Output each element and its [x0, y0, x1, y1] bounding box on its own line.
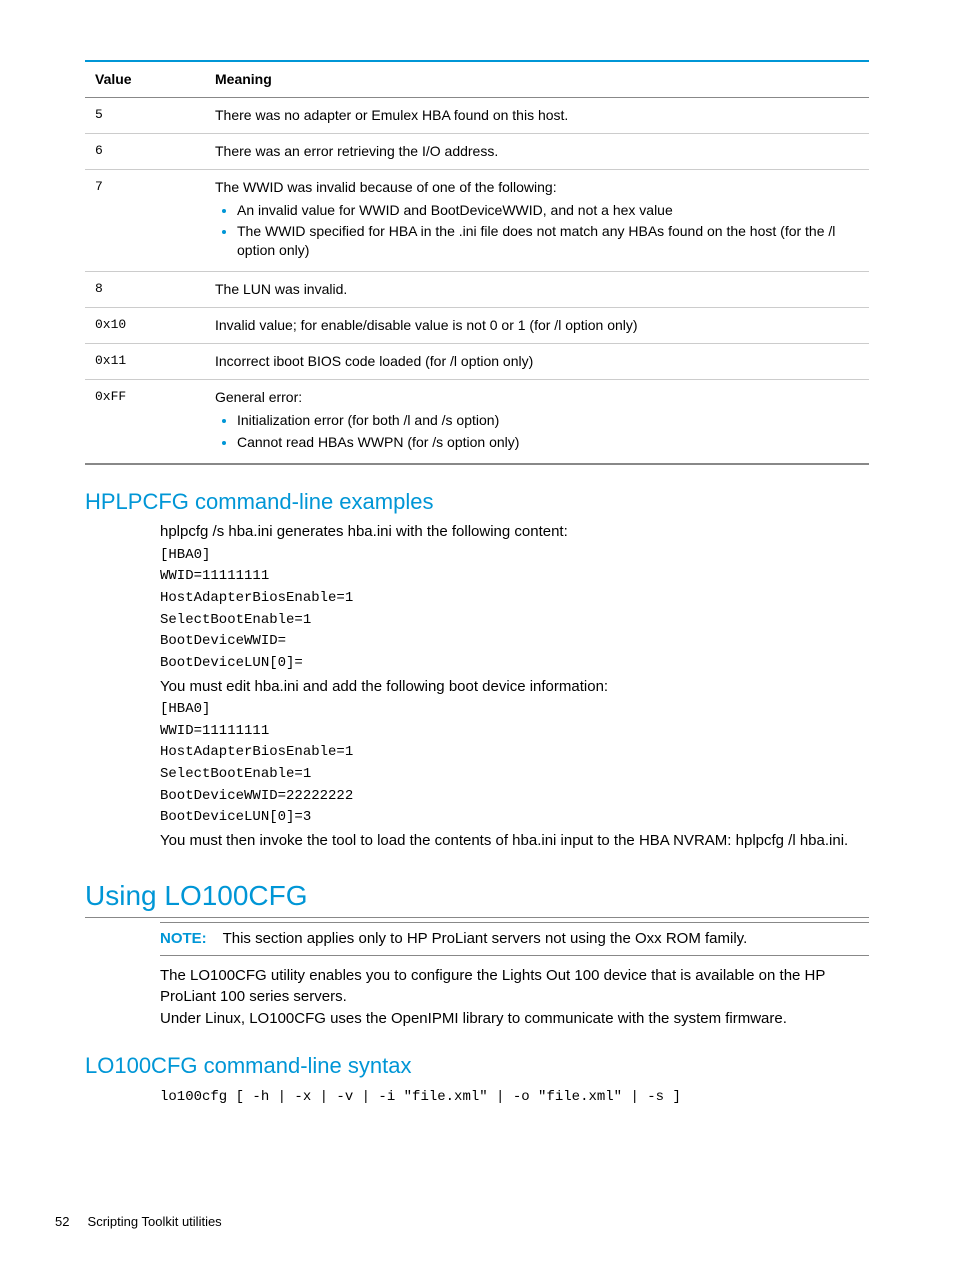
section-lo100cfg-syntax: LO100CFG command-line syntax [85, 1051, 869, 1081]
code-line: BootDeviceWWID=22222222 [160, 786, 869, 808]
cell-value: 6 [85, 133, 205, 169]
cell-value: 8 [85, 272, 205, 308]
code-line: BootDeviceWWID= [160, 631, 869, 653]
table-row: 0x10Invalid value; for enable/disable va… [85, 308, 869, 344]
code-line: HostAdapterBiosEnable=1 [160, 588, 869, 610]
cell-value: 7 [85, 169, 205, 272]
table-row: 7The WWID was invalid because of one of … [85, 169, 869, 272]
code-line: [HBA0] [160, 699, 869, 721]
th-meaning: Meaning [205, 61, 869, 97]
bullet-item: Initialization error (for both /l and /s… [237, 411, 859, 430]
table-row: 6There was an error retrieving the I/O a… [85, 133, 869, 169]
sec1-mid: You must edit hba.ini and add the follow… [160, 677, 869, 697]
code-line: BootDeviceLUN[0]= [160, 653, 869, 675]
table-row: 0xFFGeneral error:Initialization error (… [85, 379, 869, 463]
note-box: NOTE: This section applies only to HP Pr… [160, 922, 869, 956]
sec2-p2: Under Linux, LO100CFG uses the OpenIPMI … [160, 1009, 869, 1029]
cell-meaning: Incorrect iboot BIOS code loaded (for /l… [205, 344, 869, 380]
bullet-item: The WWID specified for HBA in the .ini f… [237, 222, 859, 260]
cell-value: 0x10 [85, 308, 205, 344]
cell-meaning: There was no adapter or Emulex HBA found… [205, 97, 869, 133]
cell-meaning: General error:Initialization error (for … [205, 379, 869, 463]
bullet-item: Cannot read HBAs WWPN (for /s option onl… [237, 433, 859, 452]
note-text: This section applies only to HP ProLiant… [223, 930, 748, 947]
footer-title: Scripting Toolkit utilities [88, 1214, 222, 1229]
table-row: 8The LUN was invalid. [85, 272, 869, 308]
code-line: SelectBootEnable=1 [160, 764, 869, 786]
sec1-outro: You must then invoke the tool to load th… [160, 831, 869, 851]
table-row: 0x11Incorrect iboot BIOS code loaded (fo… [85, 344, 869, 380]
page-number: 52 [55, 1214, 69, 1229]
code-line: BootDeviceLUN[0]=3 [160, 807, 869, 829]
code-line: WWID=11111111 [160, 566, 869, 588]
cell-value: 0xFF [85, 379, 205, 463]
bullet-item: An invalid value for WWID and BootDevice… [237, 201, 859, 220]
cell-bullets: An invalid value for WWID and BootDevice… [215, 201, 859, 261]
section-using-lo100cfg: Using LO100CFG [85, 877, 869, 918]
value-meaning-table: Value Meaning 5There was no adapter or E… [85, 60, 869, 465]
syntax-code: lo100cfg [ -h | -x | -v | -i "file.xml" … [160, 1087, 869, 1109]
sec1-intro: hplpcfg /s hba.ini generates hba.ini wit… [160, 522, 869, 542]
code-line: [HBA0] [160, 545, 869, 567]
code-line: SelectBootEnable=1 [160, 610, 869, 632]
sec2-p1: The LO100CFG utility enables you to conf… [160, 966, 869, 1007]
code-line: WWID=11111111 [160, 721, 869, 743]
code-line: HostAdapterBiosEnable=1 [160, 742, 869, 764]
cell-meaning: There was an error retrieving the I/O ad… [205, 133, 869, 169]
cell-meaning: The WWID was invalid because of one of t… [205, 169, 869, 272]
cell-value: 5 [85, 97, 205, 133]
table-row: 5There was no adapter or Emulex HBA foun… [85, 97, 869, 133]
code-block-2: [HBA0]WWID=11111111HostAdapterBiosEnable… [160, 699, 869, 829]
cell-bullets: Initialization error (for both /l and /s… [215, 411, 859, 452]
section-hplpcfg-examples: HPLPCFG command-line examples [85, 487, 869, 517]
cell-value: 0x11 [85, 344, 205, 380]
note-label: NOTE: [160, 930, 207, 947]
page-footer: 52 Scripting Toolkit utilities [55, 1213, 222, 1231]
cell-meaning: Invalid value; for enable/disable value … [205, 308, 869, 344]
code-block-1: [HBA0]WWID=11111111HostAdapterBiosEnable… [160, 545, 869, 675]
cell-meaning: The LUN was invalid. [205, 272, 869, 308]
th-value: Value [85, 61, 205, 97]
